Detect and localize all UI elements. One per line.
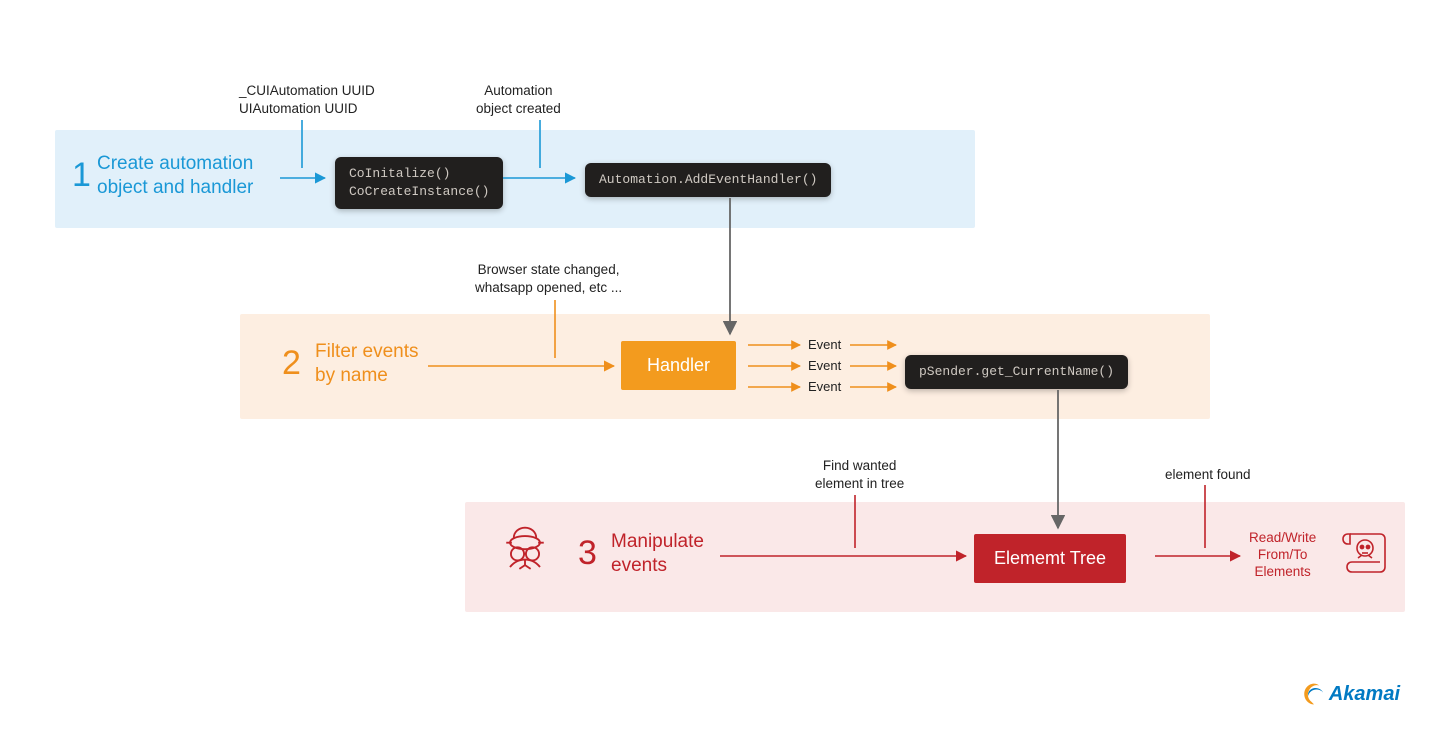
- event-label-2: Event: [808, 358, 841, 373]
- step1-title: Create automation object and handler: [97, 152, 253, 200]
- step2-number: 2: [282, 344, 301, 383]
- event-label-3: Event: [808, 379, 841, 394]
- handler-box: Handler: [621, 341, 736, 390]
- step2-title: Filter events by name: [315, 340, 418, 388]
- note-find: Find wanted element in tree: [815, 457, 904, 492]
- brand-logo: Akamai: [1301, 681, 1400, 707]
- action-readwrite: Read/Write From/To Elements: [1249, 530, 1316, 581]
- code-getcurrentname: pSender.get_CurrentName(): [905, 355, 1128, 389]
- note-uuid: _CUIAutomation UUID UIAutomation UUID: [239, 82, 375, 117]
- scroll-skull-icon: [1340, 526, 1390, 583]
- note-found: element found: [1165, 466, 1251, 484]
- step1-number: 1: [72, 156, 91, 195]
- elementtree-box: Elememt Tree: [974, 534, 1126, 583]
- brand-name: Akamai: [1329, 683, 1400, 706]
- note-created: Automation object created: [476, 82, 561, 117]
- spy-icon: [495, 522, 555, 587]
- akamai-wave-icon: [1301, 681, 1327, 707]
- note-browser: Browser state changed, whatsapp opened, …: [475, 261, 622, 296]
- event-label-1: Event: [808, 337, 841, 352]
- code-addhandler: Automation.AddEventHandler(): [585, 163, 831, 197]
- step3-title: Manipulate events: [611, 530, 704, 578]
- code-init: CoInitalize() CoCreateInstance(): [335, 157, 503, 209]
- step3-number: 3: [578, 534, 597, 573]
